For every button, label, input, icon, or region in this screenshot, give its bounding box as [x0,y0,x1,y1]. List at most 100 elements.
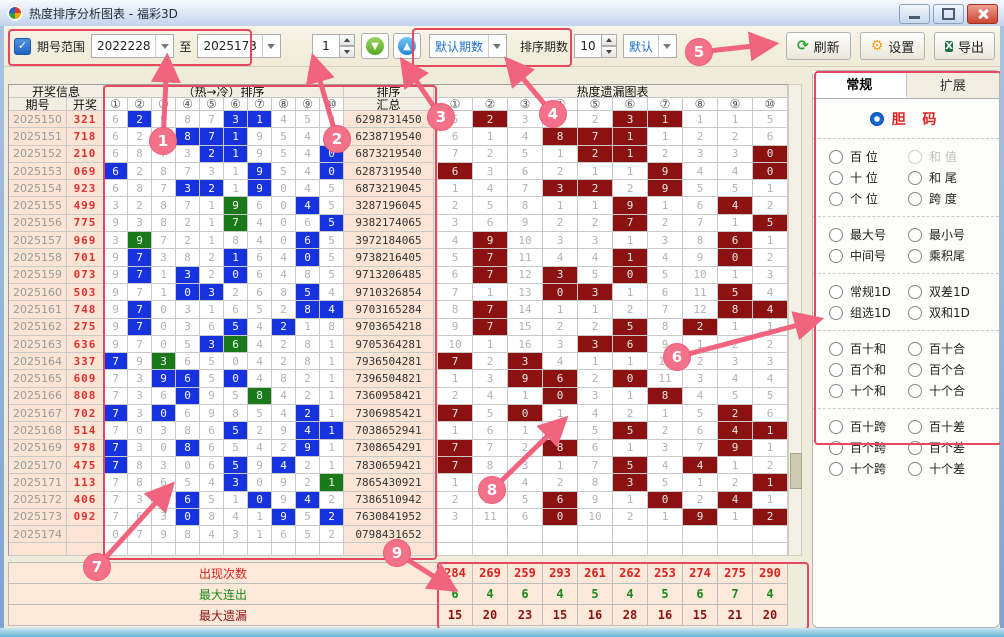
danma-radio-option[interactable]: 胆 码 [813,103,999,135]
radio-option-个位[interactable]: 个 位 [829,189,908,208]
sort-cell: 4 [296,422,320,439]
radio-option-百个跨[interactable]: 百个跨 [829,438,908,457]
table-row: 202517407984316520798431652 [9,526,788,543]
table-row: 2025157969397218406539721840654910331386… [9,232,788,249]
radio-option-百个差[interactable]: 百个差 [908,438,987,457]
sort-cell: 5 [176,474,200,491]
draw-cell: 321 [67,111,104,128]
draw-cell: 978 [67,440,104,457]
radio-option-十个差[interactable]: 十个差 [908,459,987,478]
range-from-select[interactable]: 2022228 [91,34,174,58]
step-up-button[interactable] [340,34,355,46]
radio-icon [908,462,922,476]
sort-cell: 1 [320,388,344,405]
tab-extended[interactable]: 扩展 [907,71,1000,98]
tab-regular[interactable]: 常规 [813,71,907,98]
radio-option-乘积尾[interactable]: 乘积尾 [908,246,987,265]
radio-option-中间号[interactable]: 中间号 [829,246,908,265]
settings-button[interactable]: ⚙ 设置 [860,32,926,60]
sort-cell: 7 [128,319,152,336]
maximize-button[interactable] [933,4,964,24]
sort-cell: 3 [104,232,128,249]
omission-cell: 0 [753,146,788,163]
radio-option-最小号[interactable]: 最小号 [908,225,987,244]
table-row: 2025165609739650482173965048211396201134… [9,370,788,387]
omission-cell: 8 [718,301,753,318]
default-periods-select[interactable]: 默认期数 [429,34,507,58]
omission-cell: 15 [508,319,543,336]
omission-cell [648,543,683,556]
radio-option-百十合[interactable]: 百十合 [908,339,987,358]
sort-cell: 4 [272,405,296,422]
sort-periods-up-button[interactable] [602,34,617,46]
period-range-checkbox[interactable]: ✓ [14,38,31,55]
default-select[interactable]: 默认 [623,34,677,58]
draw-cell: 636 [67,336,104,353]
sort-cell: 6 [104,163,128,180]
radio-option-双差1D[interactable]: 双差1D [908,282,987,301]
sort-cell: 7 [104,405,128,422]
prev-period-button[interactable]: ▼ [361,33,389,59]
radio-option-组选1D[interactable]: 组选1D [829,303,908,322]
radio-option-十位[interactable]: 十 位 [829,168,908,187]
radio-icon [908,228,922,242]
sort-cell: 5 [200,492,224,509]
next-period-button[interactable]: ▲ [393,33,421,59]
step-value[interactable]: 1 [312,34,340,58]
table-row: 2025169978730865429173086542917728613791 [9,440,788,457]
close-button[interactable] [967,4,998,24]
radio-option-百十差[interactable]: 百十差 [908,417,987,436]
omission-cell: 2 [648,146,683,163]
sort-cell: 5 [224,440,248,457]
omission-cell: 4 [718,370,753,387]
toolbar: ✓ 期号范围 2022228 至 2025173 1 ▼ ▲ 默认期数 排序期数… [0,26,1004,67]
sort-periods-down-button[interactable] [602,46,617,58]
radio-option-十个跨[interactable]: 十个跨 [829,459,908,478]
omission-cell: 2 [753,197,788,214]
refresh-button[interactable]: ⟳ 刷新 [786,32,851,60]
omission-cell: 1 [613,146,648,163]
radio-option-常规1D[interactable]: 常规1D [829,282,908,301]
omission-cell: 7 [438,405,473,422]
scrollbar-thumb[interactable] [790,453,802,489]
radio-option-和尾[interactable]: 和 尾 [908,168,987,187]
minimize-button[interactable] [899,4,930,24]
radio-option-十个合[interactable]: 十个合 [908,381,987,400]
omission-cell: 6 [508,509,543,526]
arrow-down-icon: ▼ [366,37,384,55]
radio-option-跨度[interactable]: 跨 度 [908,189,987,208]
step-down-button[interactable] [340,46,355,58]
col-header-sort-10: ⑩ [320,98,344,111]
omission-cell: 3 [648,232,683,249]
radio-option-十个和[interactable]: 十个和 [829,381,908,400]
omission-cell [753,526,788,543]
radio-option-双和1D[interactable]: 双和1D [908,303,987,322]
radio-option-百十和[interactable]: 百十和 [829,339,908,358]
omission-cell: 1 [613,249,648,266]
omission-cell: 1 [753,319,788,336]
sort-cell: 1 [320,336,344,353]
stats-label: 最大连出 [9,584,438,605]
export-button[interactable]: X 导出 [934,32,995,60]
vertical-scrollbar[interactable] [788,84,802,556]
col-header-draw: 开奖 [67,98,104,111]
omission-cell: 3 [508,457,543,474]
omission-cell: 3 [543,267,578,284]
range-to-select[interactable]: 2025173 [197,34,280,58]
sort-cell: 4 [248,215,272,232]
omission-cell: 1 [648,197,683,214]
sort-periods-value[interactable]: 10 [574,34,602,58]
omission-cell: 10 [473,492,508,509]
radio-option-百位[interactable]: 百 位 [829,147,908,166]
radio-option-百个和[interactable]: 百个和 [829,360,908,379]
omission-cell: 1 [753,422,788,439]
sort-cell: 9 [128,232,152,249]
radio-option-百十跨[interactable]: 百十跨 [829,417,908,436]
stats-value-cell: 269 [473,563,508,584]
sort-cell: 6 [176,370,200,387]
radio-option-最大号[interactable]: 最大号 [829,225,908,244]
sort-cell: 5 [296,509,320,526]
table-row: 2025158701973821640597382164055711441490… [9,249,788,266]
omission-cell: 1 [683,111,718,128]
radio-option-百个合[interactable]: 百个合 [908,360,987,379]
